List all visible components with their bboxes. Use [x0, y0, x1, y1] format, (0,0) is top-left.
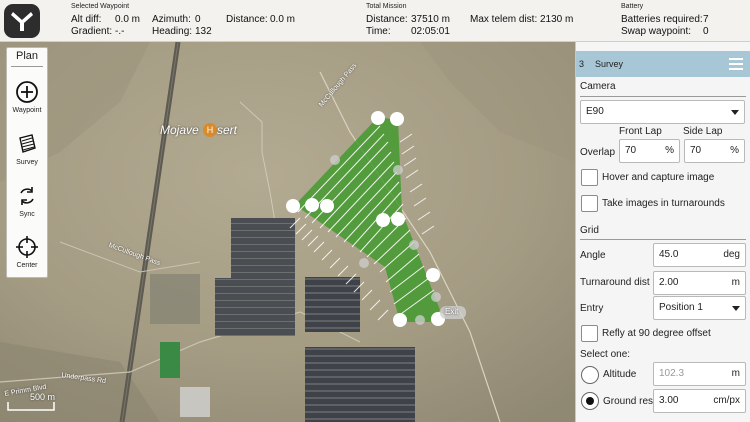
- survey-tool-button[interactable]: Survey: [7, 130, 47, 172]
- survey-tool-label: Survey: [16, 159, 38, 166]
- turnaround-dist-unit: m: [731, 277, 740, 288]
- ground-res-value: 3.00: [659, 395, 679, 406]
- sync-tool-button[interactable]: Sync: [7, 182, 47, 224]
- total-mission-title: Total Mission: [366, 3, 407, 10]
- grid-section-divider: [580, 239, 746, 240]
- alt-diff-label: Alt diff:: [71, 14, 102, 25]
- ground-res-unit: cm/px: [713, 395, 740, 406]
- chevron-down-icon: [732, 306, 740, 311]
- altitude-value: 102.3: [659, 368, 685, 379]
- heading-value: 132: [195, 26, 212, 37]
- front-lap-input[interactable]: 70 %: [619, 139, 680, 163]
- front-lap-label: Front Lap: [619, 126, 662, 137]
- swap-waypoint-label: Swap waypoint:: [621, 26, 692, 37]
- angle-unit: deg: [723, 249, 740, 260]
- sync-tool-label: Sync: [19, 211, 35, 218]
- app-logo[interactable]: [4, 4, 40, 38]
- survey-exit-label: Exit: [445, 307, 459, 316]
- altitude-label: Altitude: [603, 369, 637, 380]
- survey-index: 3: [579, 59, 585, 69]
- distance-value: 0.0 m: [270, 14, 296, 25]
- plus-circle-icon: [16, 81, 38, 103]
- turnaround-dist-input[interactable]: 2.00 m: [653, 271, 746, 295]
- azimuth-value: 0: [195, 14, 201, 25]
- satellite-map[interactable]: Mojave H sert McCullough Pass McCullough…: [0, 42, 575, 422]
- home-marker[interactable]: H: [203, 123, 217, 137]
- camera-select[interactable]: E90: [580, 100, 745, 124]
- camera-select-value: E90: [586, 106, 604, 117]
- gradient-value: -.-: [115, 26, 125, 37]
- logo-icon: [11, 12, 33, 31]
- mission-time-value: 02:05:01: [411, 26, 450, 37]
- map-canvas[interactable]: [0, 42, 575, 422]
- angle-label: Angle: [580, 250, 606, 261]
- refly-label: Refly at 90 degree offset: [602, 328, 711, 339]
- plan-toolbar: Plan Waypoint Survey Sync Center: [6, 47, 48, 278]
- status-bar: Selected Waypoint Alt diff: 0.0 m Gradie…: [0, 0, 750, 42]
- waypoint-tool-label: Waypoint: [12, 107, 42, 114]
- gradient-label: Gradient:: [71, 26, 113, 37]
- angle-value: 45.0: [659, 249, 679, 260]
- max-telem-label: Max telem dist:: [470, 14, 538, 25]
- plan-divider: [11, 66, 43, 67]
- hover-capture-checkbox[interactable]: [581, 169, 598, 186]
- angle-input[interactable]: 45.0 deg: [653, 243, 746, 267]
- waypoint-tool-button[interactable]: Waypoint: [7, 78, 47, 120]
- mission-distance-value: 37510 m: [411, 14, 450, 25]
- plan-title: Plan: [15, 50, 39, 62]
- batteries-required-value: 7: [703, 14, 709, 25]
- altitude-input[interactable]: 102.3 m: [653, 362, 746, 386]
- turnaround-dist-label: Turnaround dist: [580, 277, 650, 288]
- select-one-label: Select one:: [580, 349, 631, 360]
- front-lap-value: 70: [625, 145, 637, 156]
- chevron-down-icon: [731, 110, 739, 115]
- turnaround-images-label: Take images in turnarounds: [602, 198, 725, 209]
- sync-icon: [20, 187, 34, 205]
- camera-section-divider: [580, 96, 746, 97]
- side-lap-value: 70: [690, 145, 702, 156]
- place-label-tail: sert: [217, 123, 238, 137]
- hamburger-menu-icon[interactable]: [729, 58, 743, 70]
- grid-section-title: Grid: [580, 225, 599, 236]
- overlap-label: Overlap: [580, 147, 616, 158]
- survey-panel-title: Survey: [595, 59, 624, 69]
- entry-select[interactable]: Position 1: [653, 296, 746, 320]
- side-lap-unit: %: [730, 145, 739, 156]
- entry-label: Entry: [580, 303, 604, 314]
- ground-res-input[interactable]: 3.00 cm/px: [653, 389, 746, 413]
- ground-res-label: Ground res: [603, 396, 654, 407]
- entry-select-value: Position 1: [659, 302, 703, 313]
- batteries-required-label: Batteries required:: [621, 14, 703, 25]
- altitude-unit: m: [731, 368, 740, 379]
- alt-diff-value: 0.0 m: [115, 14, 141, 25]
- crosshair-icon: [16, 236, 38, 258]
- center-tool-label: Center: [16, 262, 38, 269]
- place-label-mojave: Mojave: [160, 123, 199, 137]
- front-lap-unit: %: [665, 145, 674, 156]
- camera-section-title: Camera: [580, 81, 616, 92]
- side-lap-input[interactable]: 70 %: [684, 139, 745, 163]
- azimuth-label: Azimuth:: [152, 14, 191, 25]
- mission-time-label: Time:: [366, 26, 391, 37]
- map-scale-label: 500 m: [30, 392, 56, 402]
- heading-label: Heading:: [152, 26, 193, 37]
- ground-res-radio[interactable]: [581, 392, 599, 410]
- distance-label: Distance:: [226, 14, 268, 25]
- max-telem-value: 2130 m: [540, 14, 574, 25]
- battery-title: Battery: [621, 3, 644, 10]
- survey-icon: [19, 134, 36, 153]
- turnaround-images-checkbox[interactable]: [581, 195, 598, 212]
- altitude-radio[interactable]: [581, 366, 599, 384]
- side-lap-label: Side Lap: [683, 126, 723, 137]
- mission-distance-label: Distance:: [366, 14, 408, 25]
- survey-panel-header: 3 Survey: [576, 51, 750, 77]
- turnaround-dist-value: 2.00: [659, 277, 679, 288]
- center-tool-button[interactable]: Center: [7, 233, 47, 275]
- swap-waypoint-value: 0: [703, 26, 709, 37]
- refly-checkbox[interactable]: [581, 325, 598, 342]
- selected-waypoint-title: Selected Waypoint: [71, 3, 130, 10]
- survey-panel: 3 Survey Camera E90 Front Lap Side Lap O…: [575, 42, 750, 422]
- hover-capture-label: Hover and capture image: [602, 172, 715, 183]
